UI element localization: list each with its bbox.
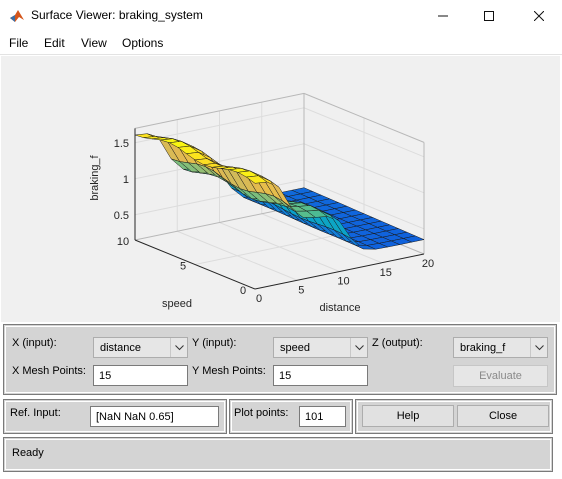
plot-points-panel: Plot points: 101 — [229, 399, 353, 434]
menu-edit[interactable]: Edit — [44, 36, 65, 50]
z-output-label: Z (output): — [372, 337, 423, 349]
minimize-icon — [438, 15, 448, 16]
axis-line — [134, 239, 256, 290]
y-tick-label: 5 — [180, 261, 186, 273]
x-axis-label: distance — [320, 302, 361, 314]
y-input-select[interactable]: speed — [273, 337, 368, 358]
y-mesh-label: Y Mesh Points: — [192, 365, 266, 377]
x-tick-label: 20 — [422, 258, 434, 270]
help-button[interactable]: Help — [362, 405, 454, 427]
ref-input-value: [NaN NaN 0.65] — [96, 411, 174, 423]
plot-points-input[interactable]: 101 — [299, 406, 346, 427]
chevron-down-icon — [170, 338, 187, 357]
menu-view[interactable]: View — [81, 36, 107, 50]
maximize-button[interactable] — [466, 0, 512, 31]
x-input-value: distance — [100, 342, 141, 354]
y-mesh-input[interactable]: 15 — [273, 365, 368, 386]
y-input-value: speed — [280, 342, 310, 354]
x-tick-label: 15 — [380, 267, 392, 279]
z-tick-label: 1 — [123, 174, 129, 186]
surface-plot[interactable]: 0 5 10 15 20 0 5 10 0.5 1 1.5 distance speed braking_… — [1, 56, 560, 322]
x-mesh-label: X Mesh Points: — [12, 365, 86, 377]
x-input-select[interactable]: distance — [93, 337, 188, 358]
help-label: Help — [396, 410, 420, 422]
x-tick-label: 10 — [337, 276, 349, 288]
menu-options[interactable]: Options — [122, 36, 163, 50]
help-close-panel: Help Close — [355, 399, 553, 434]
x-mesh-value: 15 — [99, 370, 112, 382]
evaluate-button[interactable]: Evaluate — [453, 365, 548, 387]
input-selection-panel: X (input): distance Y (input): speed Z (… — [3, 324, 557, 395]
menu-file[interactable]: File — [9, 36, 28, 50]
surface-plot-area[interactable]: 0 5 10 15 20 0 5 10 0.5 1 1.5 distance speed braking_… — [1, 56, 560, 322]
x-input-label: X (input): — [12, 337, 57, 349]
y-axis-label: speed — [162, 298, 192, 310]
ref-input-field[interactable]: [NaN NaN 0.65] — [90, 406, 219, 427]
z-tick-label: 0.5 — [114, 210, 129, 222]
y-mesh-value: 15 — [279, 370, 292, 382]
window-title: Surface Viewer: braking_system — [31, 8, 203, 22]
maximize-icon — [484, 10, 494, 21]
menu-bar: File Edit View Options — [0, 31, 562, 55]
chevron-down-icon — [350, 338, 367, 357]
y-input-label: Y (input): — [192, 337, 237, 349]
evaluate-label: Evaluate — [479, 370, 522, 382]
minimize-button[interactable] — [420, 0, 466, 31]
close-button[interactable]: Close — [457, 405, 549, 427]
x-tick-label: 5 — [298, 284, 304, 296]
z-axis-label: braking_f — [89, 154, 101, 200]
z-tick-label: 1.5 — [114, 138, 129, 150]
status-panel: Ready — [3, 437, 553, 472]
status-text: Ready — [12, 447, 44, 459]
plot-points-label: Plot points: — [234, 407, 289, 419]
close-window-button[interactable] — [516, 0, 562, 31]
z-output-value: braking_f — [460, 342, 506, 354]
plot-points-value: 101 — [305, 411, 324, 423]
title-bar: Surface Viewer: braking_system — [0, 0, 562, 31]
x-mesh-input[interactable]: 15 — [93, 365, 188, 386]
ref-input-panel: Ref. Input: [NaN NaN 0.65] — [3, 399, 227, 434]
x-tick-label: 0 — [256, 293, 262, 305]
close-icon — [534, 10, 544, 21]
close-label: Close — [488, 410, 518, 422]
matlab-icon — [10, 10, 24, 22]
chevron-down-icon — [530, 338, 547, 357]
ref-input-label: Ref. Input: — [10, 407, 61, 419]
z-output-select[interactable]: braking_f — [453, 337, 548, 358]
y-tick-label: 10 — [117, 236, 129, 248]
y-tick-label: 0 — [240, 285, 246, 297]
